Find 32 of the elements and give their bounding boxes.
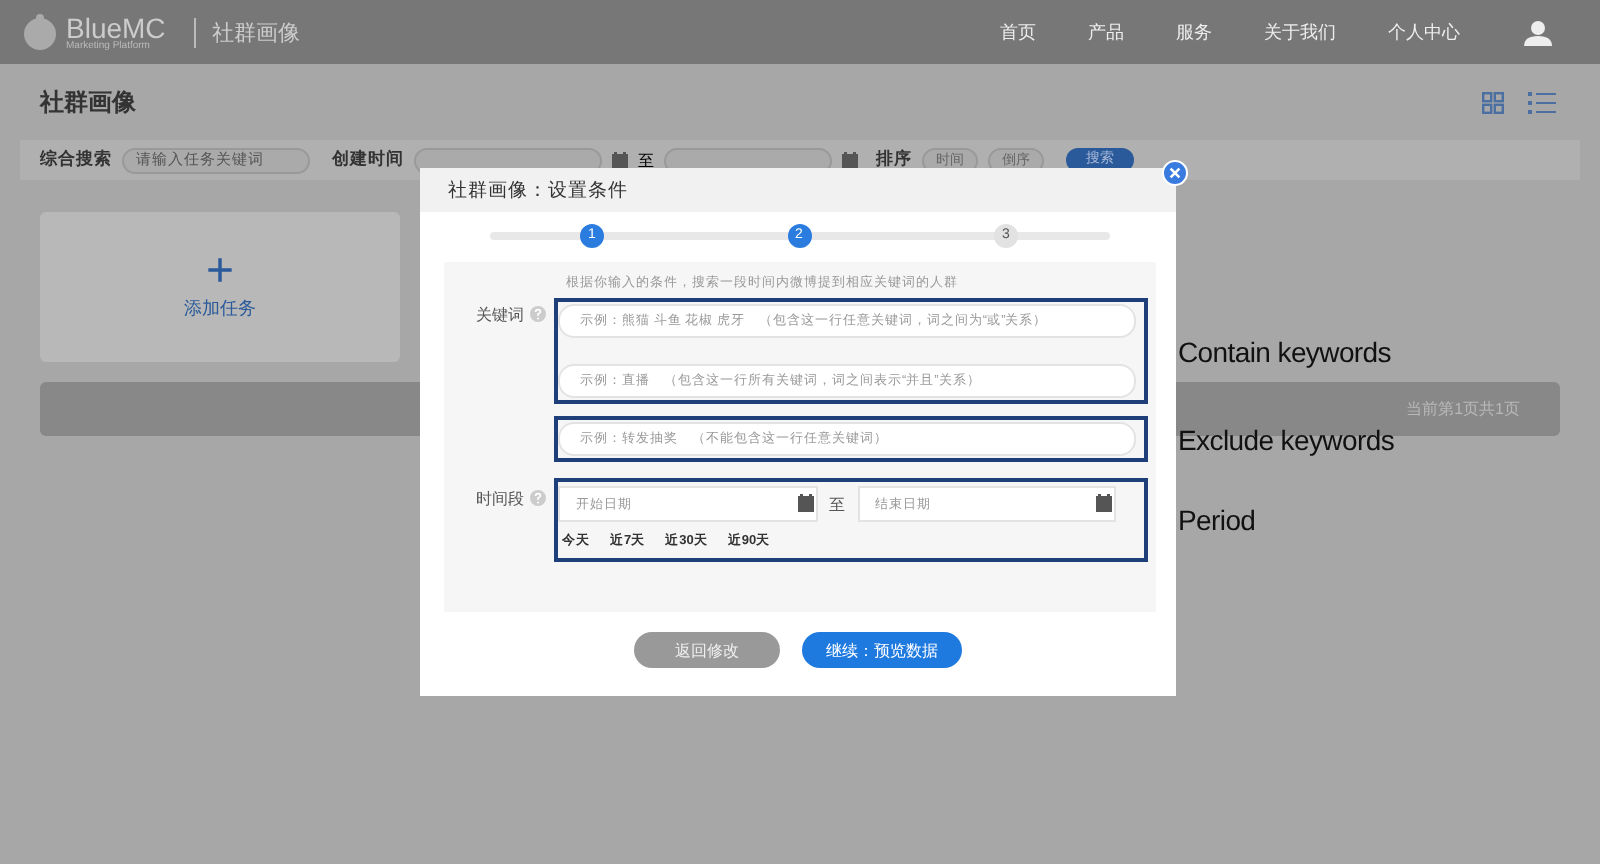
calendar-icon[interactable] [612, 151, 628, 169]
calendar-icon[interactable] [842, 151, 858, 169]
back-button[interactable]: 返回修改 [634, 632, 780, 668]
nav-link[interactable]: 首页 [1000, 19, 1036, 45]
logo-icon [20, 14, 60, 50]
list-view-icon[interactable] [1528, 91, 1556, 113]
add-task-label: 添加任务 [184, 296, 256, 322]
dialog-title: 社群画像：设置条件 [448, 177, 628, 203]
annotation-label: Contain keywords [1178, 335, 1391, 367]
annotation-label: Period [1178, 504, 1256, 536]
field-label: 关键词 [476, 303, 524, 325]
section-title: 社群画像 [193, 17, 300, 47]
plus-icon: + [205, 252, 234, 292]
calendar-icon[interactable] [797, 493, 813, 511]
range-separator: 至 [829, 493, 845, 515]
field-label: 时间段 [476, 487, 524, 509]
nav-link[interactable]: 个人中心 [1388, 19, 1460, 45]
page-title: 社群画像 [40, 85, 136, 119]
nav-link[interactable]: 服务 [1176, 19, 1212, 45]
nav-link[interactable]: 关于我们 [1264, 19, 1336, 45]
user-icon[interactable] [1524, 19, 1552, 45]
field-label: 创建时间 [332, 148, 404, 172]
add-task-card[interactable]: + 添加任务 [40, 212, 400, 362]
continue-button[interactable]: 继续：预览数据 [802, 632, 962, 668]
field-label: 综合搜索 [40, 148, 112, 172]
range-separator: 至 [638, 149, 654, 171]
grid-view-icon[interactable] [1482, 91, 1504, 113]
field-label: 排序 [876, 148, 912, 172]
calendar-icon[interactable] [1096, 493, 1112, 511]
nav-link[interactable]: 产品 [1088, 19, 1124, 45]
annotation-label: Exclude keywords [1178, 423, 1395, 455]
logo-text: BlueMC [66, 13, 166, 41]
